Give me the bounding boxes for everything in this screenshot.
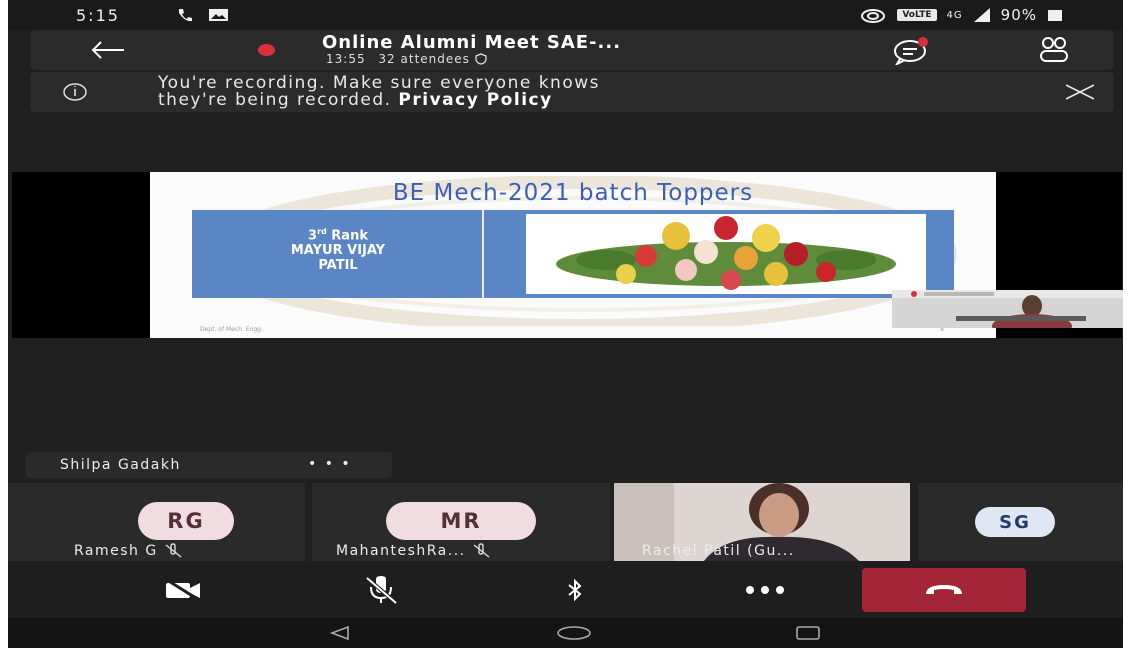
battery-icon [1048,10,1062,21]
phone-call-icon [179,9,192,22]
participant-name: Rachel Patil (Gu... [642,543,795,559]
participant-name: Ramesh G [74,543,158,559]
volte-badge: VoLTE [897,9,937,21]
system-nav-bar [8,618,1123,648]
slide-footer: Dept. of Mech. Engg. [200,326,263,333]
meeting-subtitle: 13:55 32 attendees [326,52,487,66]
status-bar: 5:15 VoLTE 4G 90% [8,0,1123,30]
avatar: RG [138,502,234,540]
avatar: MR [386,502,536,540]
meeting-duration: 13:55 [326,52,366,66]
nav-home-button[interactable] [544,621,604,645]
camera-toggle-button[interactable] [138,568,228,612]
avatar: SG [975,507,1055,537]
mic-off-icon [365,576,398,605]
battery-percent: 90% [1000,6,1037,24]
active-speaker-name: Shilpa Gadakh [60,457,181,473]
gallery-notification-icon [209,9,228,21]
self-view-thumbnail[interactable] [892,290,1123,328]
phone-screen: 5:15 VoLTE 4G 90% Online Alumni Meet SAE… [8,0,1123,648]
mic-off-icon [473,543,490,558]
status-right: VoLTE 4G 90% [859,6,1063,24]
recording-indicator [258,44,275,56]
participants-button[interactable] [1034,34,1074,66]
close-icon [1065,84,1095,100]
network-type: 4G [946,9,963,21]
people-icon [1040,37,1068,62]
topper-name-line1: MAYUR VIJAY [290,243,386,259]
hang-up-button[interactable] [862,568,1026,612]
bluetooth-icon [568,578,582,602]
self-view-preview [892,290,1123,328]
signal-icon [973,8,990,22]
flower-bouquet-image [526,214,926,294]
topper-name-line2: PATIL [318,258,358,274]
more-options-button[interactable] [720,568,810,612]
table-divider [482,210,484,298]
recording-notice: You're recording. Make sure everyone kno… [158,75,600,109]
mic-toggle-button[interactable] [336,568,426,612]
call-controls [8,562,1123,618]
hangup-icon [926,585,962,594]
banner-close-button[interactable] [1062,78,1098,106]
bouquet-illustration [556,216,896,290]
arrow-left-icon [91,41,124,59]
attendee-count: 32 attendees [378,52,470,66]
recording-notice-line2: they're being recorded. [158,90,392,110]
participant-name-row: Ramesh G [74,543,184,559]
camera-off-icon [166,579,200,601]
participant-video-tile[interactable]: Rachel Patil (Gu... [614,483,910,561]
slide-title: BE Mech-2021 batch Toppers [392,180,754,206]
back-button[interactable] [88,34,128,66]
rank-cell: 3rd Rank MAYUR VIJAY PATIL [196,214,480,294]
nav-recents-button[interactable] [778,621,838,645]
rank-line: 3rd Rank [308,227,368,244]
participant-tile[interactable]: RG Ramesh G [8,483,305,561]
nav-back-button[interactable] [310,621,370,645]
bluetooth-audio-button[interactable] [530,568,620,612]
meeting-title: Online Alumni Meet SAE-... [322,32,622,53]
shield-icon [475,53,487,65]
participant-name: MahanteshRa... [336,543,466,559]
speaker-more-button[interactable]: • • • [308,456,352,472]
chat-button[interactable] [892,34,932,66]
nav-home-icon [557,626,591,640]
participant-name-row: MahanteshRa... [336,543,492,559]
privacy-policy-link[interactable]: Privacy Policy [398,90,552,110]
toppers-table: 3rd Rank MAYUR VIJAY PATIL [192,210,954,298]
chat-icon [894,37,928,65]
meeting-header: Online Alumni Meet SAE-... 13:55 32 atte… [30,30,1114,70]
nav-recents-icon [796,626,820,640]
participant-tile[interactable]: SG [918,483,1123,561]
recording-banner: You're recording. Make sure everyone kno… [30,72,1114,112]
hotspot-icon [861,9,886,23]
participant-name-row: Rachel Patil (Gu... [642,543,795,559]
participant-tile[interactable]: MR MahanteshRa... [312,483,610,561]
status-time: 5:15 [76,6,120,25]
mic-off-icon [165,543,182,558]
nav-back-icon [329,625,349,641]
presentation-slide: BE Mech-2021 batch Toppers 3rd Rank MAYU… [150,172,996,338]
more-icon [746,586,784,594]
active-speaker-label: Shilpa Gadakh • • • [26,452,392,478]
info-icon [63,83,87,101]
